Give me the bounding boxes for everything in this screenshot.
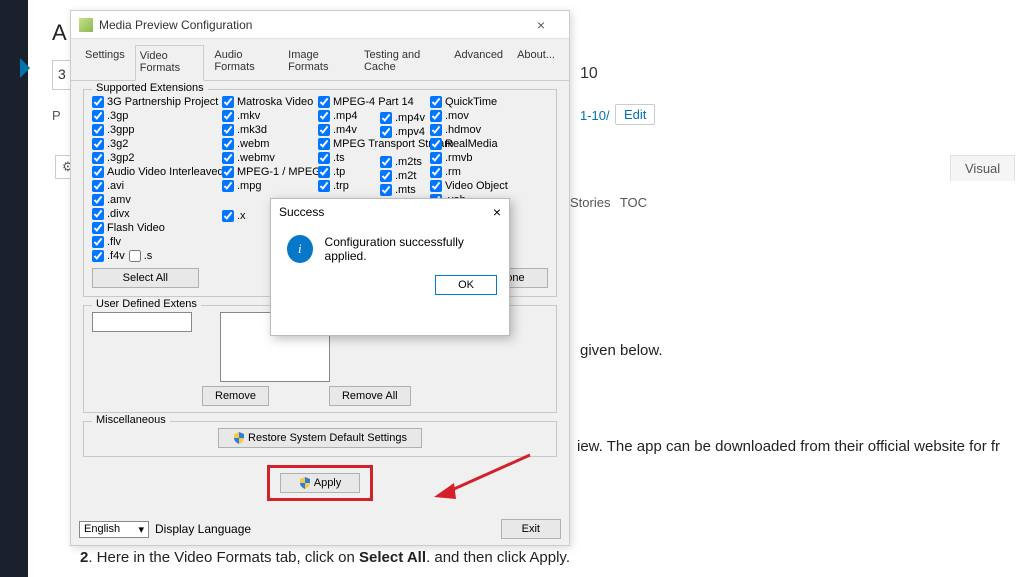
cb-mp4v[interactable]: .mp4v xyxy=(380,112,428,124)
cb-mk3d[interactable]: .mk3d xyxy=(222,124,316,136)
close-icon[interactable]: × xyxy=(493,204,501,220)
cb-tp[interactable]: .tp xyxy=(318,166,378,178)
cb-webm[interactable]: .webm xyxy=(222,138,316,150)
content-fragment-1: given below. xyxy=(580,342,663,359)
cb-3gpp[interactable]: 3G Partnership Project xyxy=(92,96,220,108)
success-dialog: Success × i Configuration successfully a… xyxy=(270,198,510,336)
cb-s[interactable]: .s xyxy=(129,250,153,262)
cb-mpeg12[interactable]: MPEG-1 / MPEG-2 xyxy=(222,166,316,178)
tab-audio-formats[interactable]: Audio Formats xyxy=(210,45,278,80)
cb-m2ts[interactable]: .m2ts xyxy=(380,156,428,168)
dialog-titlebar[interactable]: Media Preview Configuration × xyxy=(71,11,569,39)
editor-tabs-text: Stories TOC xyxy=(570,195,647,210)
tab-advanced[interactable]: Advanced xyxy=(450,45,507,80)
cb-m4v[interactable]: .m4v xyxy=(318,124,378,136)
cb-mts-ext[interactable]: .mts xyxy=(380,184,428,196)
cb-3g2[interactable]: .3g2 xyxy=(92,138,220,150)
page-heading: A xyxy=(52,20,67,46)
shield-icon xyxy=(299,477,311,489)
cb-mts[interactable]: MPEG Transport Stream xyxy=(318,138,378,150)
cb-rmvb[interactable]: .rmvb xyxy=(430,152,516,164)
cb-mpeg4[interactable]: MPEG-4 Part 14 xyxy=(318,96,378,108)
misc-group: Miscellaneous Restore System Default Set… xyxy=(83,421,557,457)
cb-rm[interactable]: .rm xyxy=(430,166,516,178)
select-all-button[interactable]: Select All xyxy=(92,268,199,288)
dialog-title: Media Preview Configuration xyxy=(99,18,521,32)
close-icon[interactable]: × xyxy=(521,17,561,33)
cb-hdmov[interactable]: .hdmov xyxy=(430,124,516,136)
ok-button[interactable]: OK xyxy=(435,275,497,295)
shield-icon xyxy=(233,432,245,444)
cb-trp[interactable]: .trp xyxy=(318,180,378,192)
cb-realmedia[interactable]: RealMedia xyxy=(430,138,516,150)
cb-ts[interactable]: .ts xyxy=(318,152,378,164)
cb-flash[interactable]: Flash Video xyxy=(92,222,220,234)
apply-button[interactable]: Apply xyxy=(280,473,361,493)
remove-all-button[interactable]: Remove All xyxy=(329,386,411,406)
apply-highlight: Apply xyxy=(267,465,374,501)
tab-about[interactable]: About... xyxy=(513,45,559,80)
cb-3gp[interactable]: .3gp xyxy=(92,110,220,122)
cb-m2t[interactable]: .m2t xyxy=(380,170,428,182)
cb-mpv4[interactable]: .mpv4 xyxy=(380,126,428,138)
restore-defaults-button[interactable]: Restore System Default Settings xyxy=(218,428,422,448)
cb-mov[interactable]: .mov xyxy=(430,110,516,122)
cb-webmv[interactable]: .webmv xyxy=(222,152,316,164)
cb-quicktime[interactable]: QuickTime xyxy=(430,96,516,108)
cb-video-object[interactable]: Video Object xyxy=(430,180,516,192)
cb-divx[interactable]: .divx xyxy=(92,208,220,220)
sidebar-pointer xyxy=(20,58,30,78)
group-legend: User Defined Extens xyxy=(92,298,201,310)
wp-sidebar xyxy=(0,0,28,577)
cb-mkv[interactable]: .mkv xyxy=(222,110,316,122)
group-legend: Miscellaneous xyxy=(92,414,170,426)
language-label: Display Language xyxy=(155,522,251,536)
permalink-fragment[interactable]: 1-10/ xyxy=(580,108,610,123)
chevron-down-icon: ▾ xyxy=(138,523,144,536)
title-suffix: 10 xyxy=(580,65,598,83)
config-tabs: Settings Video Formats Audio Formats Ima… xyxy=(71,39,569,81)
cb-amv[interactable]: .amv xyxy=(92,194,220,206)
step-2-text: 2. Here in the Video Formats tab, click … xyxy=(80,549,570,566)
remove-button[interactable]: Remove xyxy=(202,386,269,406)
cb-mpg[interactable]: .mpg xyxy=(222,180,316,192)
cb-3gp2[interactable]: .3gp2 xyxy=(92,152,220,164)
cb-matroska[interactable]: Matroska Video xyxy=(222,96,316,108)
language-select[interactable]: English▾ xyxy=(79,521,149,538)
cb-3gpp-ext[interactable]: .3gpp xyxy=(92,124,220,136)
tab-visual[interactable]: Visual xyxy=(950,155,1015,181)
content-fragment-2: iew. The app can be downloaded from thei… xyxy=(577,438,1000,455)
title-input-value: 3 xyxy=(58,66,66,82)
exit-button[interactable]: Exit xyxy=(501,519,561,539)
app-icon xyxy=(79,18,93,32)
extension-input[interactable] xyxy=(92,312,192,332)
cb-mp4[interactable]: .mp4 xyxy=(318,110,378,122)
permalink-label: P xyxy=(52,108,61,123)
success-message: Configuration successfully applied. xyxy=(325,235,493,263)
cb-f4v[interactable]: .f4v xyxy=(92,250,125,262)
cb-flv[interactable]: .flv xyxy=(92,236,220,248)
tab-image-formats[interactable]: Image Formats xyxy=(284,45,354,80)
edit-button[interactable]: Edit xyxy=(615,104,655,125)
tab-video-formats[interactable]: Video Formats xyxy=(135,45,205,81)
tab-settings[interactable]: Settings xyxy=(81,45,129,80)
group-legend: Supported Extensions xyxy=(92,82,208,94)
cb-avi-group[interactable]: Audio Video Interleaved xyxy=(92,166,220,178)
info-icon: i xyxy=(287,235,313,263)
tab-testing-cache[interactable]: Testing and Cache xyxy=(360,45,444,80)
success-titlebar[interactable]: Success × xyxy=(271,199,509,225)
success-title: Success xyxy=(279,205,493,219)
cb-avi[interactable]: .avi xyxy=(92,180,220,192)
